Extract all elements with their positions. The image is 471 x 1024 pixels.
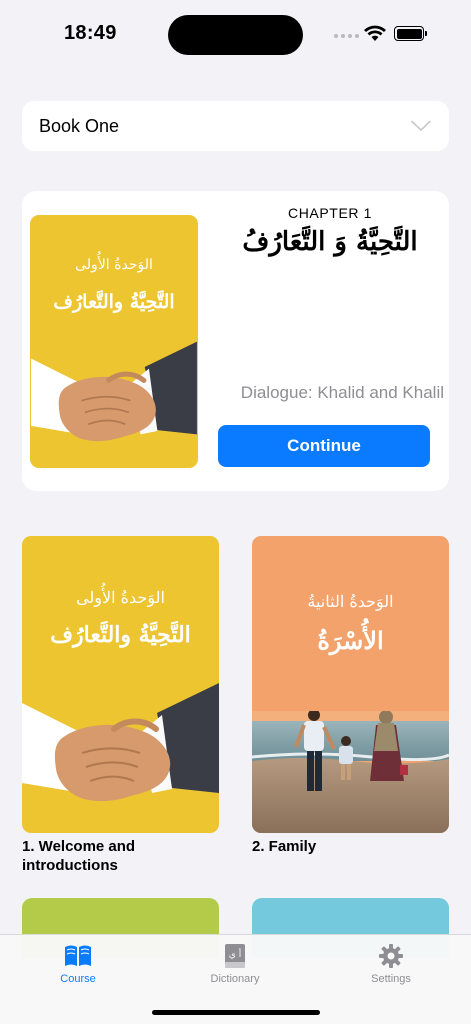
chevron-down-icon <box>411 120 431 131</box>
tab-dictionary[interactable]: أ ي Dictionary <box>185 943 285 985</box>
home-indicator <box>152 1010 320 1015</box>
dictionary-icon: أ ي <box>225 944 245 968</box>
unit-label-1[interactable]: 1. Welcome and introductions <box>22 837 219 875</box>
wifi-icon <box>364 25 386 41</box>
tab-settings[interactable]: Settings <box>341 943 441 985</box>
chapter-title-arabic: التَّحِيَّةُ وَ التَّعَارُفُ <box>242 227 418 257</box>
cover-unit-label: الوَحدةُ الأُولى <box>76 588 165 607</box>
battery-icon <box>394 26 427 41</box>
cover-unit-label: الوَحدةُ الأُولى <box>75 257 153 273</box>
book-selector-label: Book One <box>39 115 120 136</box>
cover-unit-label: الوَحدةُ الثانيةُ <box>307 592 394 611</box>
tab-label: Settings <box>371 973 411 985</box>
status-time: 18:49 <box>64 22 117 44</box>
tab-label: Dictionary <box>210 973 260 985</box>
handshake-illustration <box>31 341 197 442</box>
book-selector[interactable]: Book One <box>22 101 449 151</box>
unit-card-1[interactable]: الوَحدةُ الأُولى التَّحِيَّةُ والتَّعارُ… <box>22 536 219 833</box>
dynamic-island <box>168 15 303 55</box>
handshake-illustration <box>22 683 219 802</box>
chapter-subtitle: Dialogue: Khalid and Khalil <box>240 383 444 402</box>
cover-title: الأُسْرَةُ <box>317 626 384 655</box>
cellular-signal-icon <box>334 34 359 38</box>
continue-button[interactable]: Continue <box>218 425 430 467</box>
tab-course[interactable]: Course <box>28 943 128 985</box>
status-bar: 18:49 <box>0 0 471 70</box>
current-chapter-card[interactable]: الوَحدةُ الأُولى التَّحِيَّةُ والتَّعارُ… <box>22 191 449 491</box>
unit-card-2[interactable]: الوَحدةُ الثانيةُ الأُسْرَةُ <box>252 536 449 833</box>
book-icon <box>65 945 91 966</box>
tab-label: Course <box>60 973 96 985</box>
gear-icon <box>379 944 403 968</box>
unit-label-2[interactable]: 2. Family <box>252 837 449 856</box>
chapter-label: CHAPTER 1 <box>288 205 372 221</box>
chapter-cover-image: الوَحدةُ الأُولى التَّحِيَّةُ والتَّعارُ… <box>30 215 198 468</box>
svg-text:أ ي: أ ي <box>229 948 241 960</box>
family-beach-photo <box>252 711 449 833</box>
